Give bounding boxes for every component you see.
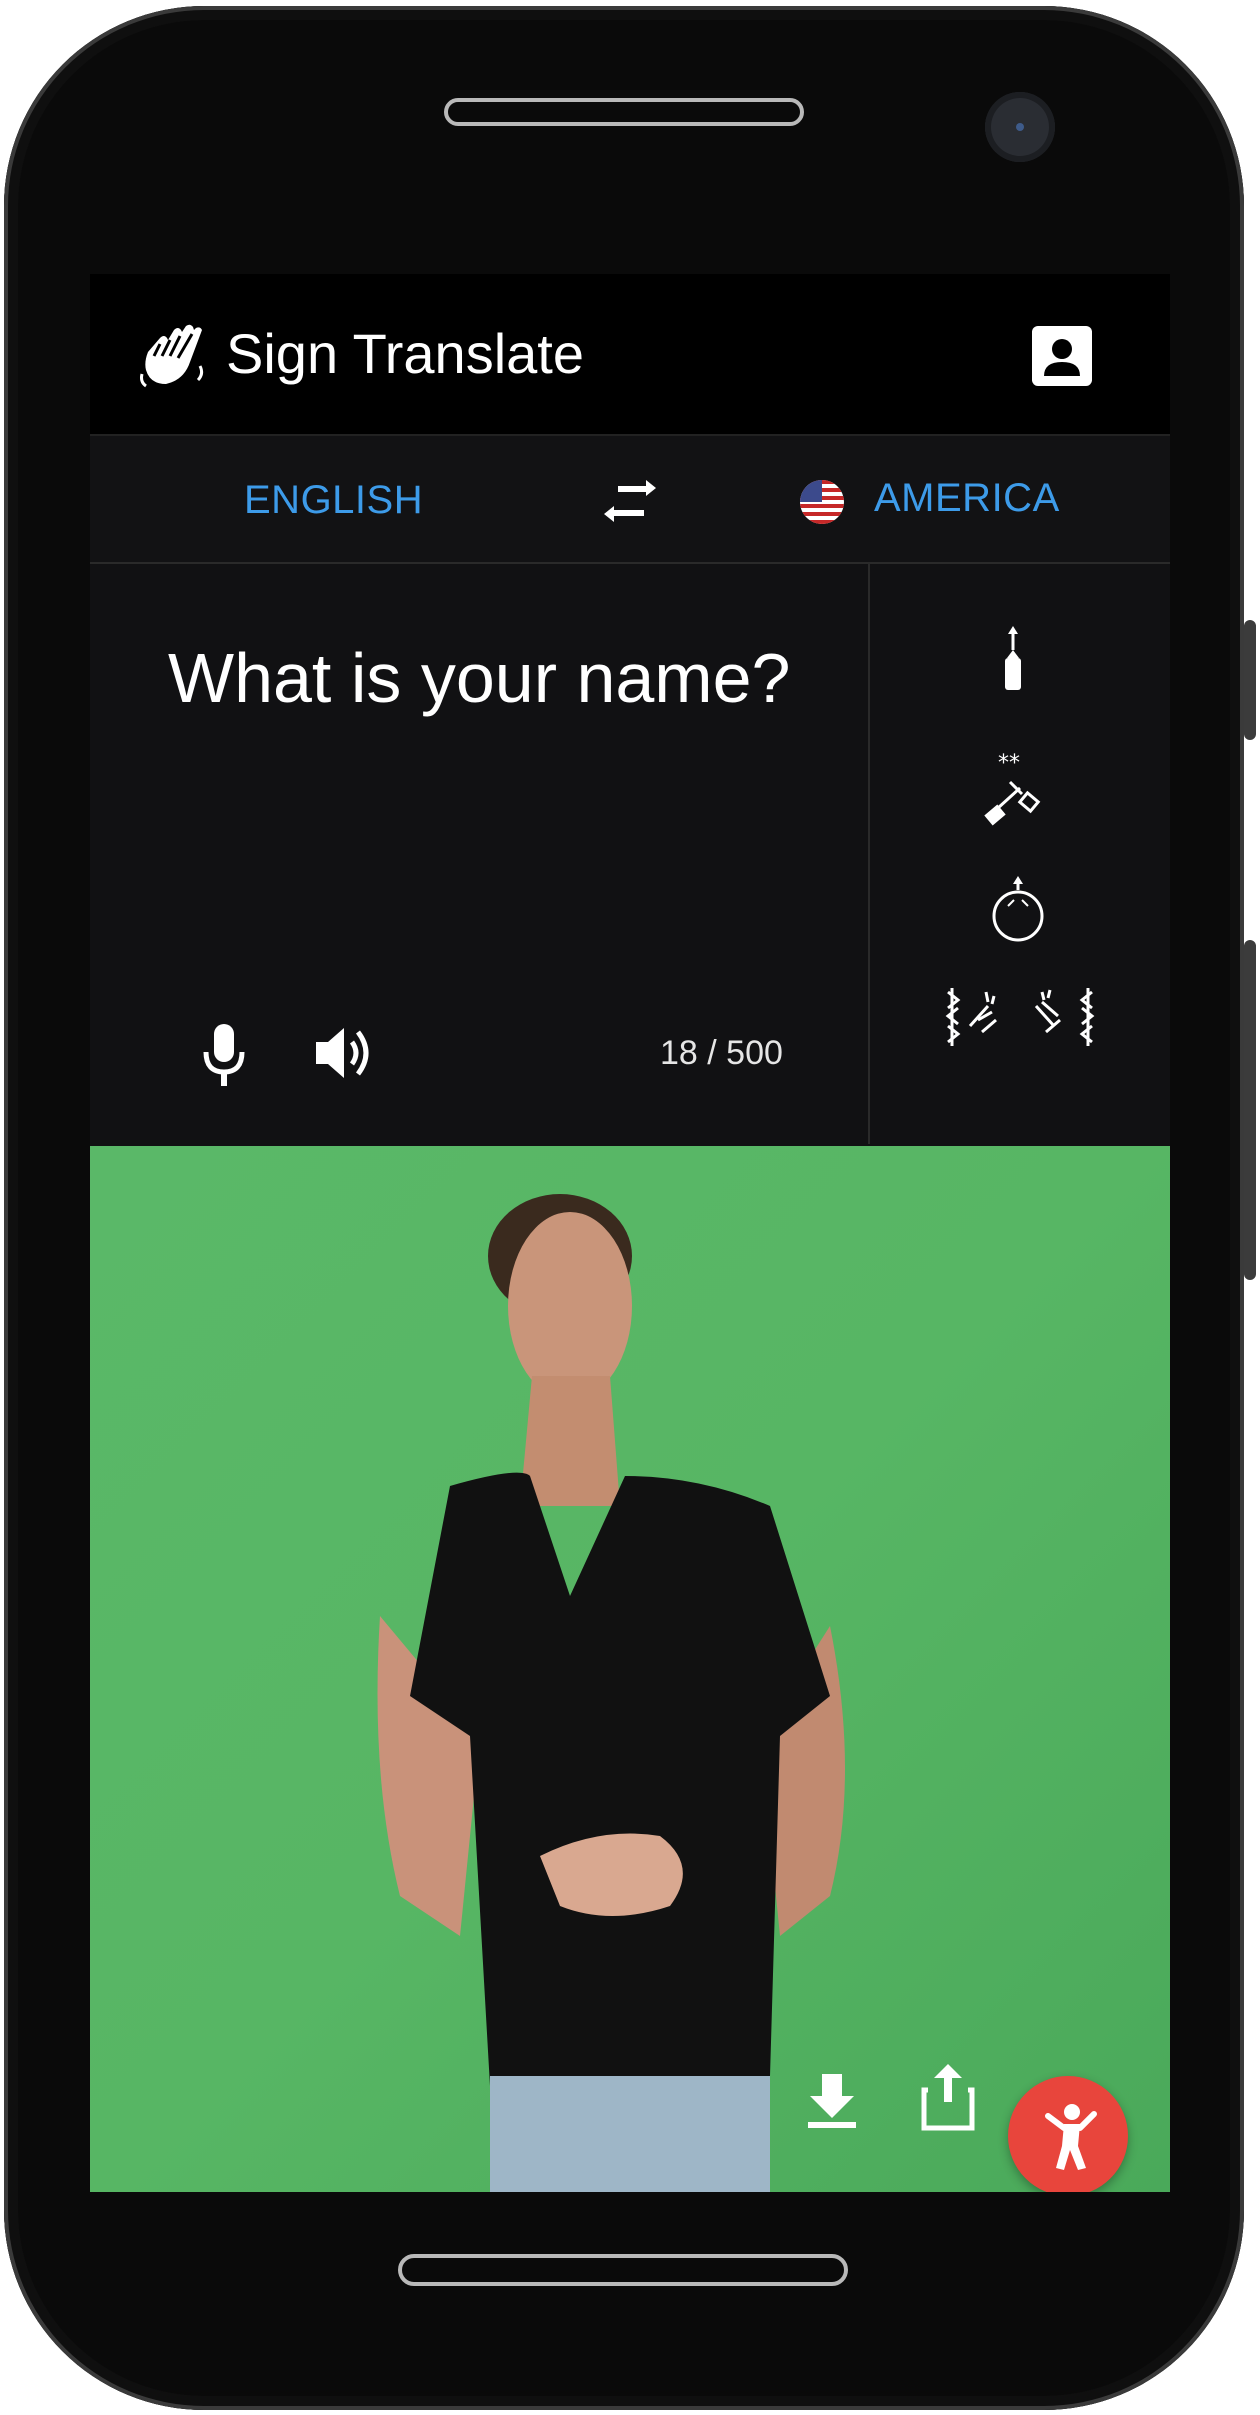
target-language-button[interactable]: AMERICA — [874, 476, 1060, 521]
signwriting-pane: ** — [870, 564, 1170, 1144]
svg-text:**: ** — [998, 752, 1020, 776]
app-title: Sign Translate — [226, 322, 584, 385]
accessibility-fab[interactable] — [1008, 2076, 1128, 2192]
signwriting-symbol-3-icon — [992, 876, 1044, 942]
swap-horiz-icon[interactable] — [600, 476, 660, 526]
signwriting-symbol-4-icon — [945, 988, 1095, 1046]
phone-camera — [985, 92, 1055, 162]
us-flag-icon — [800, 480, 844, 524]
share-icon[interactable] — [918, 2062, 978, 2132]
text-input-pane: What is your name? 18 / 500 — [90, 564, 870, 1144]
sign-video-player[interactable] — [90, 1146, 1170, 2192]
accessibility-person-icon — [1045, 2104, 1097, 2170]
account-box-icon[interactable] — [1032, 326, 1092, 386]
volume-up-icon[interactable] — [312, 1022, 378, 1084]
source-language-button[interactable]: ENGLISH — [244, 478, 423, 523]
app-screen: Sign Translate ENGLISH AMERICA What is y… — [90, 274, 1170, 2192]
phone-earpiece — [444, 98, 804, 126]
signwriting-symbol-2-icon: ** — [984, 752, 1041, 826]
phone-bottom-speaker — [398, 2254, 848, 2286]
character-counter: 18 / 500 — [660, 1034, 783, 1072]
phone-side-button-upper — [1244, 620, 1256, 740]
microphone-icon[interactable] — [198, 1022, 250, 1088]
signwriting-symbol-1-icon — [1005, 626, 1021, 690]
translation-input[interactable]: What is your name? — [168, 636, 790, 720]
download-icon[interactable] — [802, 2070, 862, 2130]
language-selector-bar: ENGLISH AMERICA — [90, 434, 1170, 564]
waving-hand-icon[interactable] — [138, 322, 208, 392]
phone-side-button-lower — [1244, 940, 1256, 1280]
signer-figure — [377, 1194, 845, 2192]
top-toolbar: Sign Translate — [90, 274, 1170, 434]
